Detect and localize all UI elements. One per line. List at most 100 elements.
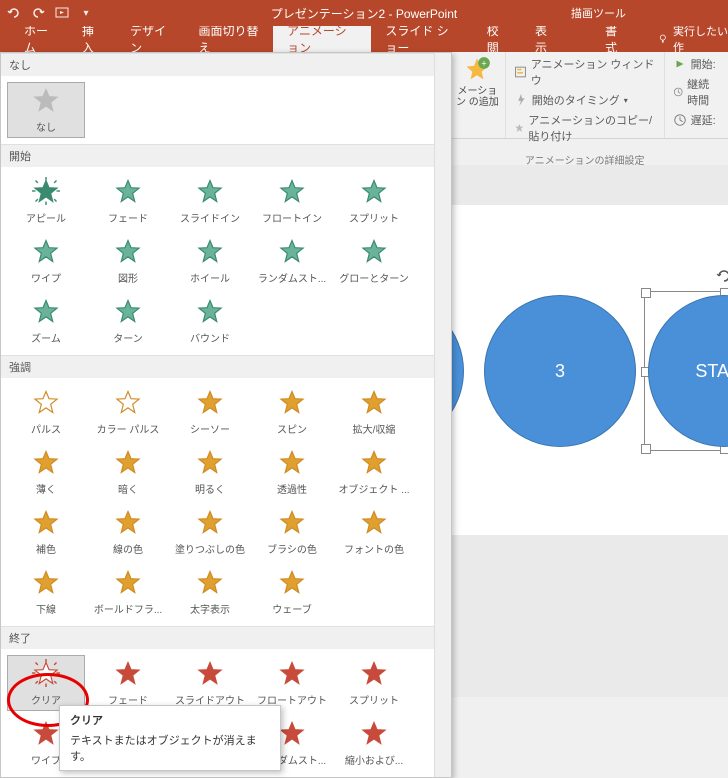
delay-label: 遅延: xyxy=(691,112,716,128)
duration-input[interactable]: 継続時間 xyxy=(673,76,720,108)
start-from-beginning-icon[interactable] xyxy=(54,5,70,21)
gallery-item-none-0[interactable]: なし xyxy=(7,82,85,138)
delay-input[interactable]: 遅延: xyxy=(673,112,720,128)
animation-star-icon xyxy=(278,177,306,208)
tab-transitions[interactable]: 画面切り替え xyxy=(185,26,274,52)
start-dropdown[interactable]: 開始: xyxy=(673,56,720,72)
gallery-item-label: 透過性 xyxy=(255,481,329,496)
resize-handle[interactable] xyxy=(641,288,651,298)
gallery-item-emphasis-14[interactable]: フォントの色 xyxy=(335,504,413,560)
gallery-item-entrance-7[interactable]: ホイール xyxy=(171,233,249,289)
animation-star-icon xyxy=(196,177,224,208)
gallery-item-emphasis-4[interactable]: 拡大/収縮 xyxy=(335,384,413,440)
gallery-item-label: カラー パルス xyxy=(91,421,165,436)
shape-circle-3[interactable]: 3 xyxy=(484,295,636,447)
grid-none: なし xyxy=(1,76,451,144)
qat-customize-icon[interactable]: ▾ xyxy=(78,5,94,21)
gallery-item-entrance-12[interactable]: バウンド xyxy=(171,293,249,349)
gallery-item-emphasis-17[interactable]: 太字表示 xyxy=(171,564,249,620)
gallery-item-label: ボールドフラ... xyxy=(91,601,165,616)
gallery-item-emphasis-15[interactable]: 下線 xyxy=(7,564,85,620)
gallery-item-label: スライドイン xyxy=(173,210,247,225)
gallery-item-emphasis-9[interactable]: オブジェクト ... xyxy=(335,444,413,500)
gallery-item-emphasis-12[interactable]: 塗りつぶしの色 xyxy=(171,504,249,560)
gallery-item-emphasis-11[interactable]: 線の色 xyxy=(89,504,167,560)
gallery-item-emphasis-8[interactable]: 透過性 xyxy=(253,444,331,500)
gallery-item-label: スピン xyxy=(255,421,329,436)
animation-star-icon xyxy=(32,508,60,539)
gallery-item-emphasis-10[interactable]: 補色 xyxy=(7,504,85,560)
gallery-item-entrance-1[interactable]: フェード xyxy=(89,173,167,229)
gallery-item-entrance-9[interactable]: グローとターン xyxy=(335,233,413,289)
animation-star-icon xyxy=(360,388,388,419)
gallery-item-exit-1[interactable]: フェード xyxy=(89,655,167,711)
animation-star-icon xyxy=(32,719,60,750)
add-animation-button[interactable]: + メーション の追加 xyxy=(450,52,506,138)
gallery-item-exit-2[interactable]: スライドアウト xyxy=(171,655,249,711)
gallery-scrollbar[interactable] xyxy=(434,53,451,777)
add-animation-label: メーション の追加 xyxy=(456,86,499,108)
slide[interactable]: 2 3 START xyxy=(452,205,728,535)
tab-home[interactable]: ホーム xyxy=(10,26,68,52)
gallery-item-entrance-8[interactable]: ランダムスト... xyxy=(253,233,331,289)
gallery-item-exit-9[interactable]: 縮小および... xyxy=(335,715,413,771)
gallery-item-emphasis-6[interactable]: 暗く xyxy=(89,444,167,500)
animation-star-icon xyxy=(360,719,388,750)
gallery-item-entrance-0[interactable]: アピール xyxy=(7,173,85,229)
animation-pane-button[interactable]: アニメーション ウィンドウ xyxy=(514,56,656,88)
gallery-item-emphasis-5[interactable]: 薄く xyxy=(7,444,85,500)
animation-star-icon xyxy=(196,568,224,599)
animation-star-icon xyxy=(196,508,224,539)
gallery-item-entrance-5[interactable]: ワイプ xyxy=(7,233,85,289)
animation-star-icon xyxy=(32,177,60,208)
trigger-button[interactable]: 開始のタイミング ▾ xyxy=(514,92,656,108)
animation-star-icon xyxy=(196,297,224,328)
contextual-tools-label: 描画ツール xyxy=(571,5,626,21)
gallery-item-label: 太字表示 xyxy=(173,601,247,616)
gallery-item-label: フロートイン xyxy=(255,210,329,225)
gallery-item-exit-3[interactable]: フロートアウト xyxy=(253,655,331,711)
tell-me-label: 実行したい作 xyxy=(673,23,728,55)
animation-star-icon xyxy=(278,568,306,599)
gallery-item-label: 下線 xyxy=(9,601,83,616)
gallery-item-entrance-2[interactable]: スライドイン xyxy=(171,173,249,229)
tab-view[interactable]: 表示 xyxy=(521,26,569,52)
gallery-item-emphasis-7[interactable]: 明るく xyxy=(171,444,249,500)
gallery-item-exit-0[interactable]: クリア xyxy=(7,655,85,711)
animation-star-icon xyxy=(114,508,142,539)
gallery-item-emphasis-18[interactable]: ウェーブ xyxy=(253,564,331,620)
redo-icon[interactable] xyxy=(30,5,46,21)
rotate-handle-icon[interactable] xyxy=(716,268,728,287)
tab-format[interactable]: 書式 xyxy=(591,26,639,52)
undo-icon[interactable] xyxy=(6,5,22,21)
animation-star-icon xyxy=(196,448,224,479)
resize-handle[interactable] xyxy=(641,444,651,454)
tab-insert[interactable]: 挿入 xyxy=(68,26,116,52)
tab-review[interactable]: 校閲 xyxy=(473,26,521,52)
animation-star-icon xyxy=(278,508,306,539)
gallery-item-label: ズーム xyxy=(9,330,83,345)
gallery-item-entrance-10[interactable]: ズーム xyxy=(7,293,85,349)
tab-animations[interactable]: アニメーション xyxy=(273,26,371,52)
gallery-item-emphasis-2[interactable]: シーソー xyxy=(171,384,249,440)
tab-slideshow[interactable]: スライド ショー xyxy=(371,26,472,52)
gallery-item-entrance-6[interactable]: 図形 xyxy=(89,233,167,289)
gallery-item-entrance-11[interactable]: ターン xyxy=(89,293,167,349)
gallery-item-label: パルス xyxy=(9,421,83,436)
animation-star-icon xyxy=(196,388,224,419)
gallery-item-label: 明るく xyxy=(173,481,247,496)
tell-me[interactable]: 実行したい作 xyxy=(657,23,728,55)
animation-painter-button[interactable]: アニメーションのコピー/貼り付け xyxy=(514,112,656,144)
gallery-item-emphasis-13[interactable]: ブラシの色 xyxy=(253,504,331,560)
gallery-item-emphasis-1[interactable]: カラー パルス xyxy=(89,384,167,440)
animation-star-icon xyxy=(32,297,60,328)
gallery-item-emphasis-16[interactable]: ボールドフラ... xyxy=(89,564,167,620)
shape-start-label: START xyxy=(695,361,728,382)
tab-design[interactable]: デザイン xyxy=(116,26,184,52)
gallery-item-emphasis-0[interactable]: パルス xyxy=(7,384,85,440)
gallery-item-label: ワイプ xyxy=(9,270,83,285)
gallery-item-entrance-4[interactable]: スプリット xyxy=(335,173,413,229)
gallery-item-emphasis-3[interactable]: スピン xyxy=(253,384,331,440)
gallery-item-exit-4[interactable]: スプリット xyxy=(335,655,413,711)
gallery-item-entrance-3[interactable]: フロートイン xyxy=(253,173,331,229)
